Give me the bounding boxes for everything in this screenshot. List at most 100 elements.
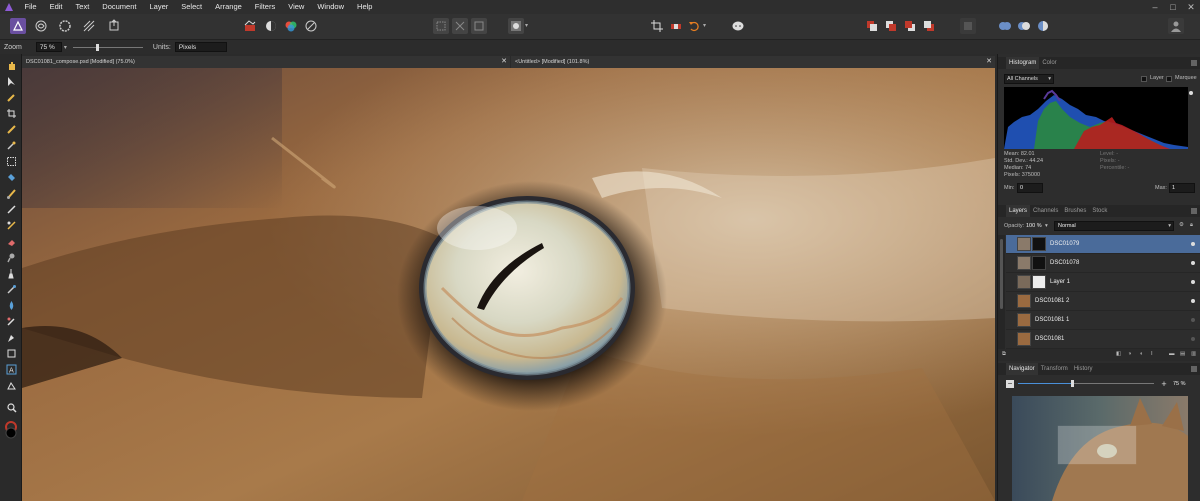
snapping-icon[interactable] — [668, 18, 684, 34]
layer-checkbox[interactable] — [1141, 76, 1147, 82]
boolean-add-icon[interactable] — [997, 18, 1013, 34]
layers-scrollbar[interactable] — [998, 235, 1005, 349]
export-persona-icon[interactable] — [106, 18, 122, 34]
layer-visibility-icon[interactable] — [1191, 261, 1195, 265]
move-tool-icon[interactable] — [4, 74, 18, 88]
chevron-down-icon[interactable]: ▾ — [703, 22, 706, 29]
fx-icon[interactable]: Ⅰ — [1151, 351, 1153, 357]
min-field[interactable]: 0 — [1017, 183, 1043, 193]
invert-selection-icon[interactable] — [471, 18, 487, 34]
navigator-zoom-value[interactable]: 75 % — [1173, 381, 1186, 387]
zoom-value-field[interactable]: 75 % — [35, 42, 62, 52]
rectangle-tool-icon[interactable] — [4, 346, 18, 360]
deselect-icon[interactable] — [452, 18, 468, 34]
navigator-zoom-slider[interactable] — [1018, 380, 1154, 388]
color-swatches-icon[interactable] — [3, 420, 19, 440]
navigator-zoom-thumb[interactable] — [1071, 380, 1075, 387]
zoom-out-icon[interactable]: − — [1006, 380, 1014, 388]
crop-icon[interactable] — [649, 18, 665, 34]
zoom-slider-thumb[interactable] — [96, 44, 100, 51]
menu-file[interactable]: File — [18, 0, 43, 14]
tab-layers[interactable]: Layers — [1006, 205, 1031, 217]
auto-white-balance-icon[interactable] — [303, 18, 319, 34]
close-window-icon[interactable]: ✕ — [1182, 0, 1200, 14]
menu-arrange[interactable]: Arrange — [209, 0, 249, 14]
menu-window[interactable]: Window — [311, 0, 351, 14]
close-tab-icon[interactable]: ✕ — [501, 56, 507, 68]
crop-tool-icon[interactable] — [4, 106, 18, 120]
tab-history[interactable]: History — [1071, 363, 1096, 375]
view-tool-icon[interactable] — [4, 58, 18, 72]
layer-row-dsc01081-1[interactable]: DSC01081 1 — [1006, 311, 1200, 330]
layer-visibility-icon[interactable] — [1191, 299, 1195, 303]
menu-text[interactable]: Text — [69, 0, 96, 14]
arrange-forward-icon[interactable] — [902, 18, 918, 34]
erase-brush-tool-icon[interactable] — [4, 234, 18, 248]
navigator-preview[interactable] — [1012, 396, 1188, 501]
layers-scrollbar-thumb[interactable] — [1000, 239, 1003, 309]
auto-contrast-icon[interactable] — [263, 18, 279, 34]
chevron-down-icon[interactable]: ▾ — [64, 44, 67, 51]
menu-layer[interactable]: Layer — [143, 0, 175, 14]
layer-row-dsc01079[interactable]: DSC01079 — [1006, 235, 1200, 254]
arrange-back-icon[interactable] — [864, 18, 880, 34]
user-account-icon[interactable] — [1168, 18, 1184, 34]
zoom-tool-icon[interactable] — [4, 400, 18, 414]
lock-icon[interactable]: 🔒︎ — [1190, 222, 1193, 229]
pixel-tool-icon[interactable] — [4, 202, 18, 216]
adjustment-icon[interactable]: ◑ — [1128, 351, 1131, 357]
boolean-intersect-icon[interactable] — [1035, 18, 1051, 34]
panel-menu-icon[interactable] — [1191, 60, 1197, 66]
tab-color[interactable]: Color — [1039, 57, 1059, 69]
menu-edit[interactable]: Edit — [43, 0, 69, 14]
tab-stock[interactable]: Stock — [1089, 205, 1110, 217]
delete-layer-icon[interactable]: ▥ — [1191, 351, 1196, 357]
mesh-warp-tool-icon[interactable] — [4, 378, 18, 392]
layer-row-dsc01081[interactable]: DSC01081 — [1006, 330, 1200, 349]
menu-view[interactable]: View — [282, 0, 311, 14]
flood-fill-tool-icon[interactable] — [4, 170, 18, 184]
quick-mask-icon[interactable] — [508, 18, 524, 34]
liquify-persona-icon[interactable] — [33, 18, 49, 34]
undo-history-icon[interactable] — [686, 18, 702, 34]
add-group-icon[interactable]: ▬ — [1169, 351, 1175, 357]
menu-select[interactable]: Select — [175, 0, 209, 14]
levels-adjustment-icon[interactable] — [242, 18, 258, 34]
boolean-subtract-icon[interactable] — [1016, 18, 1032, 34]
layer-row-layer-1[interactable]: Layer 1 — [1006, 273, 1200, 292]
opacity-value[interactable]: 100 % — [1026, 223, 1042, 229]
marquee-checkbox[interactable] — [1166, 76, 1172, 82]
document-canvas[interactable] — [22, 68, 995, 501]
layer-settings-icon[interactable]: ⚙ — [1179, 222, 1184, 228]
menu-help[interactable]: Help — [351, 0, 379, 14]
layer-visibility-icon[interactable] — [1191, 318, 1195, 322]
blend-mode-dropdown[interactable]: Normal ▾ — [1054, 221, 1174, 231]
max-field[interactable]: 1 — [1169, 183, 1195, 193]
develop-persona-icon[interactable] — [57, 18, 73, 34]
red-eye-tool-icon[interactable] — [4, 314, 18, 328]
tab-brushes[interactable]: Brushes — [1061, 205, 1089, 217]
maximize-icon[interactable]: □ — [1164, 0, 1182, 14]
arrange-front-icon[interactable] — [921, 18, 937, 34]
tab-document-2[interactable]: <Untitled> [Modified] (101.8%) ✕ — [511, 56, 995, 68]
add-pixel-layer-icon[interactable]: ▤ — [1180, 351, 1185, 357]
close-tab-icon[interactable]: ✕ — [986, 56, 992, 68]
chevron-down-icon[interactable]: ▾ — [1045, 223, 1048, 229]
blur-brush-tool-icon[interactable] — [4, 298, 18, 312]
layer-visibility-icon[interactable] — [1191, 242, 1195, 246]
clone-brush-tool-icon[interactable] — [4, 218, 18, 232]
align-icon[interactable] — [960, 18, 976, 34]
layer-row-dsc01078[interactable]: DSC01078 — [1006, 254, 1200, 273]
layer-visibility-icon[interactable] — [1191, 337, 1195, 341]
marquee-tool-icon[interactable] — [4, 154, 18, 168]
assistant-icon[interactable] — [730, 18, 746, 34]
flood-select-tool-icon[interactable] — [4, 138, 18, 152]
text-tool-icon[interactable]: A — [4, 362, 18, 376]
add-mask-icon[interactable]: ◧ — [1116, 351, 1121, 357]
tab-histogram[interactable]: Histogram — [1006, 57, 1040, 69]
channel-dropdown[interactable]: All Channels ▾ — [1004, 74, 1054, 84]
arrange-backward-icon[interactable] — [883, 18, 899, 34]
zoom-slider[interactable] — [72, 42, 143, 52]
tab-transform[interactable]: Transform — [1038, 363, 1071, 375]
layer-options-icon[interactable]: ⧉ — [1002, 351, 1006, 358]
